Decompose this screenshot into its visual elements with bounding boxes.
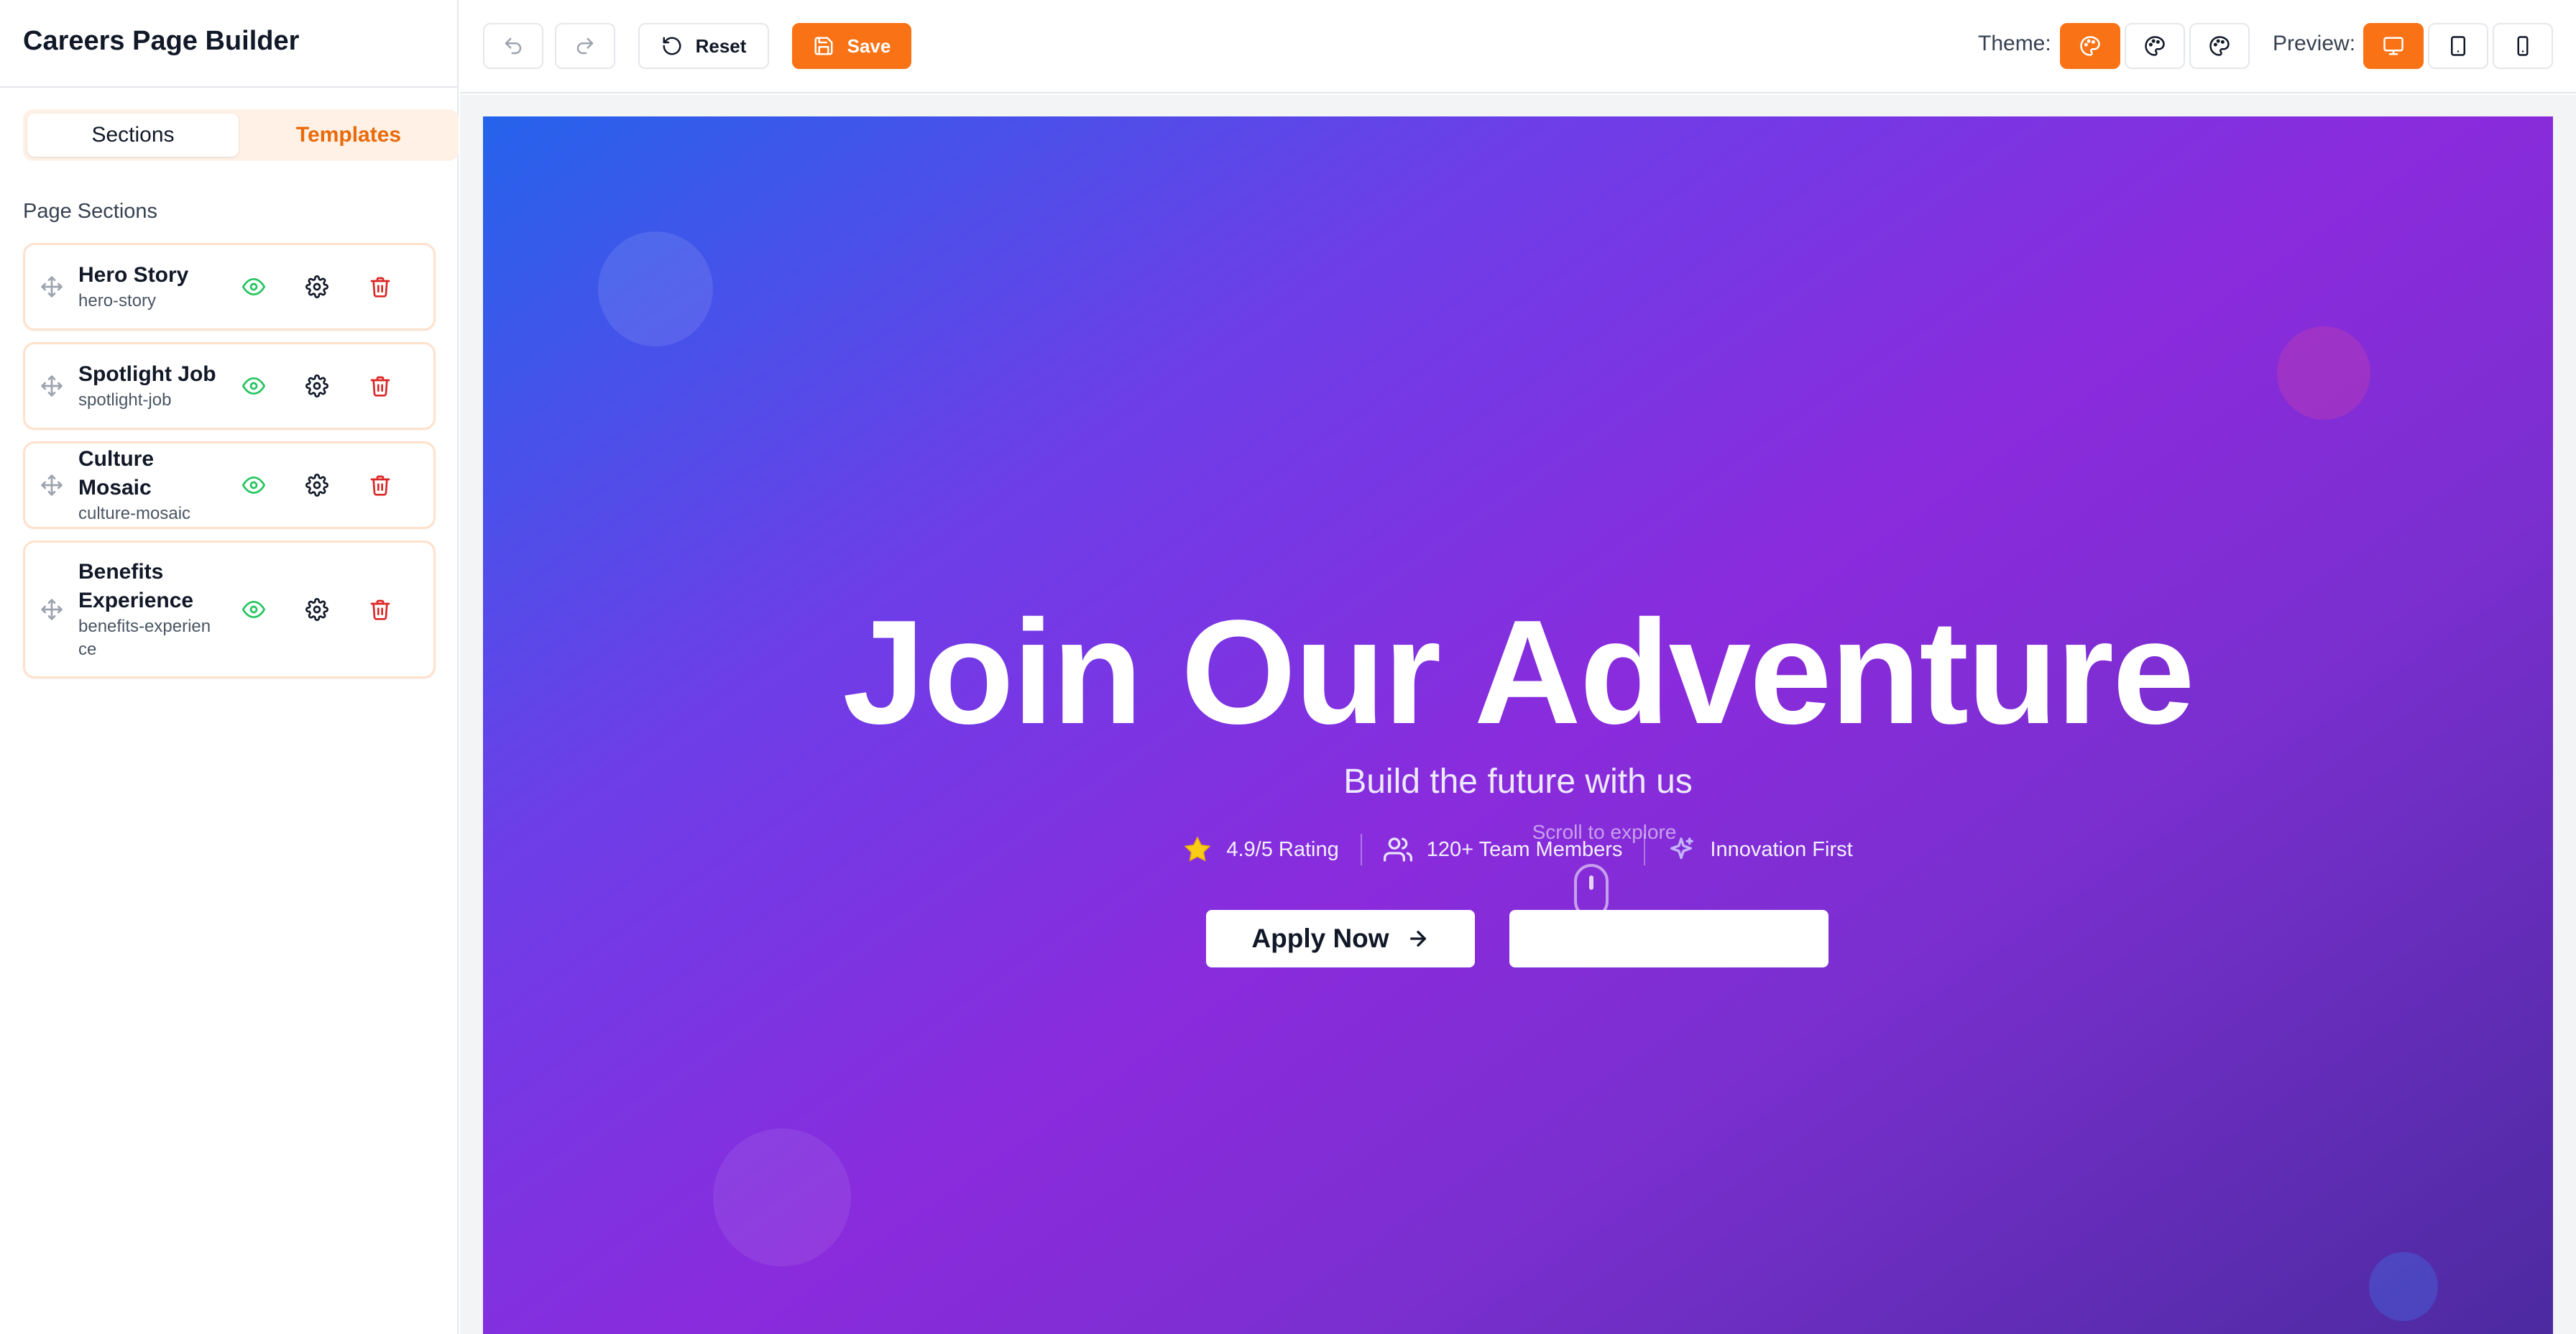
section-slug: spotlight-job — [78, 390, 172, 410]
stat-rating: 4.9/5 Rating — [1183, 835, 1339, 864]
section-card-culture-mosaic[interactable]: Culture Mosaic culture-mosaic — [23, 441, 436, 529]
trash-icon[interactable] — [349, 265, 412, 308]
users-icon — [1383, 837, 1412, 862]
theme-option-3-button[interactable] — [2189, 23, 2250, 69]
save-icon — [814, 37, 833, 55]
palette-icon — [2080, 36, 2100, 56]
section-slug: benefits-experience — [78, 617, 211, 659]
theme-label: Theme: — [1978, 32, 2051, 55]
monitor-icon — [2383, 37, 2404, 55]
redo-button[interactable] — [555, 23, 615, 69]
reset-icon — [663, 37, 681, 55]
sidebar-divider — [0, 86, 459, 88]
eye-icon[interactable] — [222, 464, 285, 507]
section-name: Culture Mosaic — [78, 447, 154, 500]
decorative-circle — [2277, 326, 2370, 420]
section-name: Spotlight Job — [78, 362, 216, 386]
reset-button[interactable]: Reset — [638, 23, 769, 69]
hero-subtitle: Build the future with us — [1343, 763, 1693, 801]
apply-now-button[interactable]: Apply Now — [1206, 910, 1475, 967]
eye-icon[interactable] — [222, 364, 285, 408]
theme-option-2-button[interactable] — [2125, 23, 2185, 69]
eye-icon[interactable] — [222, 265, 285, 308]
section-card-hero-story[interactable]: Hero Story hero-story — [23, 243, 436, 331]
section-name: Hero Story — [78, 263, 189, 287]
stat-innovation: Innovation First — [1667, 835, 1853, 864]
sidebar-tabs: Sections Templates — [23, 109, 459, 161]
trash-icon[interactable] — [349, 464, 412, 507]
gear-icon[interactable] — [285, 364, 349, 408]
toolbar: Reset Save Theme: Preview: — [460, 0, 2576, 93]
page-sections-heading: Page Sections — [23, 200, 158, 223]
hero-section-preview[interactable]: Join Our Adventure Build the future with… — [483, 116, 2553, 1334]
palette-icon — [2209, 36, 2230, 56]
theme-option-1-button[interactable] — [2060, 23, 2120, 69]
stat-rating-text: 4.9/5 Rating — [1226, 837, 1339, 861]
undo-icon — [505, 37, 522, 55]
smartphone-icon — [2517, 36, 2529, 56]
secondary-cta-button[interactable] — [1509, 910, 1828, 967]
section-card-spotlight-job[interactable]: Spotlight Job spotlight-job — [23, 342, 436, 430]
stat-divider — [1360, 834, 1362, 865]
tab-sections[interactable]: Sections — [27, 114, 239, 157]
decorative-circle — [2369, 1252, 2438, 1321]
gear-icon[interactable] — [285, 588, 349, 631]
save-button[interactable]: Save — [792, 23, 911, 69]
drag-handle-icon[interactable] — [25, 275, 78, 298]
eye-icon[interactable] — [222, 588, 285, 631]
apply-now-label: Apply Now — [1251, 924, 1389, 953]
stat-innovation-text: Innovation First — [1710, 837, 1853, 861]
scroll-hint: Scroll to explore — [1532, 821, 1677, 843]
section-slug: culture-mosaic — [78, 504, 191, 523]
section-slug: hero-story — [78, 291, 157, 310]
decorative-circle — [598, 231, 713, 346]
trash-icon[interactable] — [349, 364, 412, 408]
gear-icon[interactable] — [285, 265, 349, 308]
save-label: Save — [847, 34, 891, 57]
drag-handle-icon[interactable] — [25, 474, 78, 497]
drag-handle-icon[interactable] — [25, 598, 78, 621]
section-list: Hero Story hero-story Spotlight Job spot… — [23, 243, 436, 690]
sidebar: Careers Page Builder Sections Templates … — [0, 0, 459, 1334]
preview-desktop-button[interactable] — [2363, 23, 2424, 69]
gear-icon[interactable] — [285, 464, 349, 507]
preview-label: Preview: — [2273, 32, 2356, 55]
builder-app: Careers Page Builder Sections Templates … — [0, 0, 2576, 1334]
undo-button[interactable] — [483, 23, 543, 69]
hero-title: Join Our Adventure — [842, 589, 2194, 755]
section-name: Benefits Experience — [78, 560, 194, 612]
trash-icon[interactable] — [349, 588, 412, 631]
reset-label: Reset — [695, 34, 747, 57]
preview-mobile-button[interactable] — [2493, 23, 2553, 69]
star-icon — [1184, 836, 1211, 862]
decorative-circle — [713, 1128, 851, 1266]
tab-templates[interactable]: Templates — [243, 114, 454, 157]
redo-icon — [576, 37, 594, 55]
tablet-icon — [2451, 36, 2465, 56]
section-card-benefits-experience[interactable]: Benefits Experience benefits-experience — [23, 540, 436, 678]
app-title: Careers Page Builder — [23, 26, 300, 56]
drag-handle-icon[interactable] — [25, 374, 78, 397]
palette-icon — [2145, 36, 2165, 56]
arrow-right-icon — [1409, 931, 1426, 947]
preview-tablet-button[interactable] — [2428, 23, 2488, 69]
